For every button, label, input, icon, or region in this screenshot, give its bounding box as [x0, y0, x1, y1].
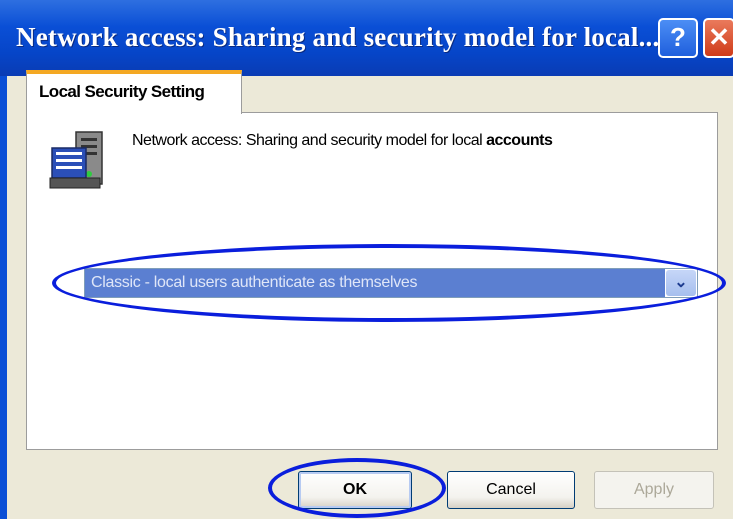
server-icon: [49, 131, 103, 189]
close-button[interactable]: ✕: [703, 18, 733, 58]
close-icon: ✕: [708, 22, 730, 52]
cancel-button[interactable]: Cancel: [447, 471, 575, 509]
help-icon: ?: [670, 22, 686, 52]
tab-label: Local Security Setting: [39, 82, 205, 101]
policy-dialog: Network access: Sharing and security mod…: [0, 0, 733, 519]
policy-name: Network access: Sharing and security mod…: [132, 132, 553, 150]
title-bar[interactable]: Network access: Sharing and security mod…: [0, 0, 733, 76]
policy-name-emphasis: accounts: [486, 132, 553, 149]
sharing-model-dropdown[interactable]: Classic - local users authenticate as th…: [84, 268, 698, 298]
apply-button[interactable]: Apply: [594, 471, 714, 509]
dropdown-selected-value: Classic - local users authenticate as th…: [85, 269, 665, 297]
policy-name-main: Network access: Sharing and security mod…: [132, 132, 487, 149]
tab-local-security-setting[interactable]: Local Security Setting: [26, 70, 242, 114]
chevron-down-icon[interactable]: ⌄: [666, 270, 696, 296]
help-button[interactable]: ?: [658, 18, 698, 58]
ok-button[interactable]: OK: [298, 471, 412, 509]
window-title: Network access: Sharing and security mod…: [16, 22, 660, 52]
window-border: [0, 76, 7, 519]
